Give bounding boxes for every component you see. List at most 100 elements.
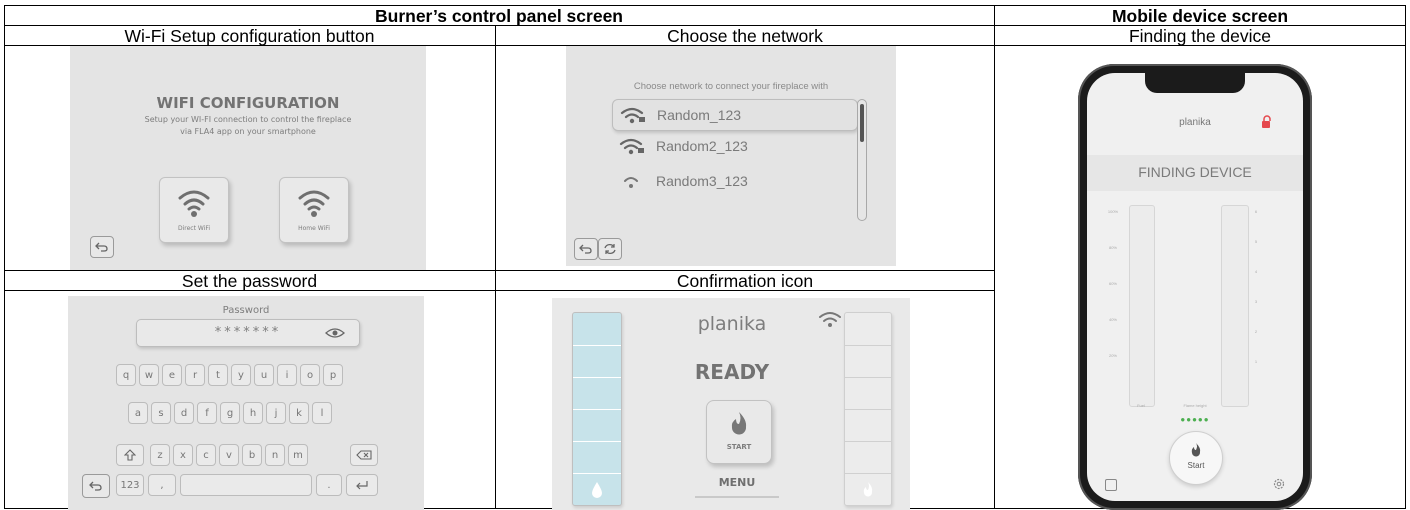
settings-gear-icon[interactable] — [1273, 478, 1285, 490]
gauge-right-tick: 1 — [1254, 359, 1258, 364]
caption-confirmation: Confirmation icon — [676, 271, 814, 291]
comma-key[interactable]: , — [148, 474, 176, 496]
key-d[interactable]: d — [174, 402, 194, 424]
shift-icon — [124, 449, 136, 461]
phone-start-button[interactable]: Start — [1169, 431, 1223, 485]
network-item-1[interactable]: Random_123 — [612, 99, 858, 131]
key-a[interactable]: a — [128, 402, 148, 424]
key-z[interactable]: z — [150, 444, 170, 466]
start-label: START — [726, 443, 752, 451]
caption-finding-device: Finding the device — [1128, 26, 1272, 46]
gauge-left-tick: 80% — [1108, 245, 1117, 250]
numbers-key[interactable]: 123 — [116, 474, 144, 496]
key-c[interactable]: c — [196, 444, 216, 466]
gauge-right-tick: 2 — [1254, 329, 1258, 334]
gauge-left-tick: 100% — [1107, 209, 1119, 214]
flame-icon — [863, 482, 873, 497]
key-x[interactable]: x — [173, 444, 193, 466]
shift-key[interactable] — [116, 444, 144, 466]
key-w[interactable]: w — [139, 364, 159, 386]
flame-icon — [731, 412, 747, 435]
key-q[interactable]: q — [116, 364, 136, 386]
phone-start-label: Start — [1187, 461, 1205, 470]
key-h[interactable]: h — [243, 402, 263, 424]
status-banner: FINDING DEVICE — [1087, 155, 1303, 191]
menu-button[interactable]: MENU — [702, 476, 772, 489]
home-wifi-button[interactable]: Home WiFi — [279, 177, 349, 243]
phone-notch — [1145, 73, 1245, 93]
fuel-gauge — [572, 312, 622, 506]
wifi-icon — [298, 190, 330, 217]
phone-mockup: planika FINDING DEVICE 100% 80% 60% 40% 20% … — [1078, 64, 1312, 510]
password-label: Password — [222, 305, 270, 316]
wifi-config-screen: WIFI CONFIGURATION Setup your WI-FI conn… — [70, 46, 426, 270]
gauge-left-tick: 60% — [1108, 281, 1117, 286]
wifi-icon — [624, 177, 638, 188]
network-scrollbar[interactable] — [857, 99, 867, 221]
key-l[interactable]: l — [312, 402, 332, 424]
direct-wifi-label: Direct WiFi — [177, 225, 211, 232]
key-y[interactable]: y — [231, 364, 251, 386]
burner-header: Burner’s control panel screen — [375, 6, 623, 26]
start-button[interactable]: START — [706, 400, 772, 464]
back-button[interactable] — [574, 238, 598, 260]
drop-icon — [592, 482, 602, 498]
back-arrow-icon — [95, 242, 108, 252]
period-key[interactable]: . — [316, 474, 342, 496]
ready-screen: planika READY START MENU — [552, 298, 910, 510]
info-icon[interactable] — [1105, 479, 1117, 491]
key-s[interactable]: s — [151, 402, 171, 424]
network-name: Random2_123 — [656, 138, 748, 154]
password-field[interactable]: ******* — [136, 319, 360, 347]
key-r[interactable]: r — [185, 364, 205, 386]
phone-status: FINDING DEVICE — [1138, 164, 1252, 180]
key-j[interactable]: j — [266, 402, 286, 424]
phone-fuel-gauge — [1129, 205, 1155, 407]
enter-key[interactable] — [346, 474, 378, 496]
refresh-button[interactable] — [598, 238, 622, 260]
back-arrow-icon — [89, 481, 102, 491]
eye-icon[interactable] — [325, 327, 345, 339]
network-item-2[interactable]: Random2_123 — [612, 131, 856, 161]
key-k[interactable]: k — [289, 402, 309, 424]
back-button[interactable] — [90, 236, 114, 258]
key-b[interactable]: b — [242, 444, 262, 466]
direct-wifi-button[interactable]: Direct WiFi — [159, 177, 229, 243]
caption-choose-network: Choose the network — [667, 26, 823, 46]
enter-icon — [356, 481, 368, 490]
wifi-icon — [819, 312, 841, 327]
ready-status: READY — [694, 360, 770, 384]
wifi-lock-icon — [620, 107, 645, 124]
key-u[interactable]: u — [254, 364, 274, 386]
lock-icon[interactable] — [1259, 115, 1273, 129]
network-name: Random3_123 — [656, 173, 748, 189]
network-item-3[interactable]: Random3_123 — [612, 166, 856, 196]
wifi-config-line1: Setup your WI-FI connection to control t… — [144, 115, 352, 124]
space-key[interactable] — [180, 474, 312, 496]
key-g[interactable]: g — [220, 402, 240, 424]
key-t[interactable]: t — [208, 364, 228, 386]
gauge-right-tick: 4 — [1254, 269, 1258, 274]
caption-wifi-setup: Wi-Fi Setup configuration button — [124, 26, 375, 46]
wifi-config-line2: via FLA4 app on your smartphone — [180, 127, 316, 136]
key-v[interactable]: v — [219, 444, 239, 466]
backspace-icon — [356, 450, 372, 460]
back-arrow-icon — [579, 244, 592, 254]
gauge-left-tick: 20% — [1108, 353, 1117, 358]
key-n[interactable]: n — [265, 444, 285, 466]
home-wifi-label: Home WiFi — [298, 225, 330, 232]
gauge-left-tick: 40% — [1108, 317, 1117, 322]
key-p[interactable]: p — [323, 364, 343, 386]
backspace-key[interactable] — [350, 444, 378, 466]
key-o[interactable]: o — [300, 364, 320, 386]
network-name: Random_123 — [657, 107, 742, 123]
back-button[interactable] — [82, 474, 110, 498]
key-f[interactable]: f — [197, 402, 217, 424]
key-e[interactable]: e — [162, 364, 182, 386]
phone-screen: planika FINDING DEVICE 100% 80% 60% 40% 20% … — [1087, 73, 1303, 501]
key-m[interactable]: m — [288, 444, 308, 466]
refresh-icon — [604, 243, 616, 255]
flame-icon — [1191, 443, 1201, 457]
scrollbar-thumb[interactable] — [860, 104, 864, 142]
key-i[interactable]: i — [277, 364, 297, 386]
